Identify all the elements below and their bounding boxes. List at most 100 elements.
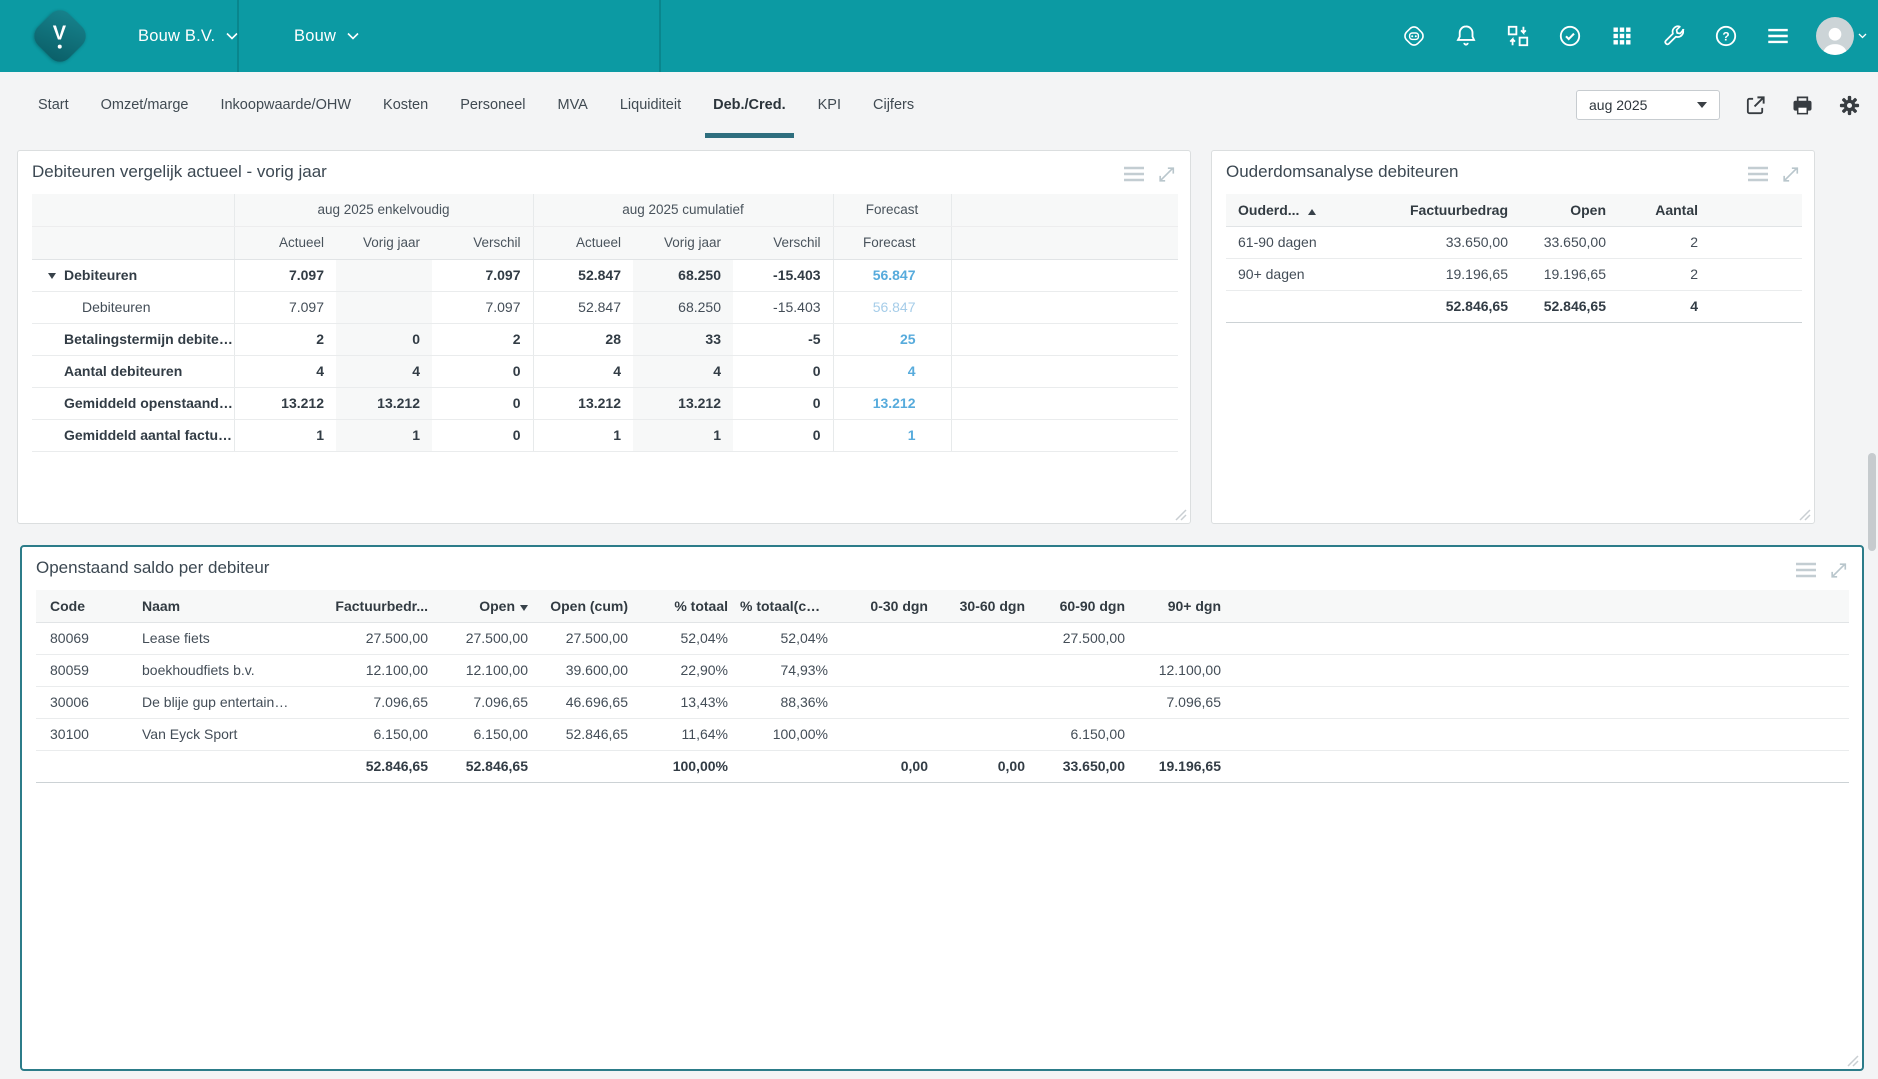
column-header[interactable]: Aantal xyxy=(1618,194,1710,226)
column-header[interactable]: % totaal(cum) xyxy=(740,590,840,622)
wrench-icon[interactable] xyxy=(1660,22,1688,50)
total-cell: 0,00 xyxy=(840,750,940,782)
comparison-row[interactable]: Debiteuren7.0977.09752.84768.250-15.4035… xyxy=(32,291,1178,323)
value-cell: 27.500,00 xyxy=(293,622,440,654)
assistant-icon[interactable] xyxy=(1400,22,1428,50)
tab-cijfers[interactable]: Cijfers xyxy=(857,72,930,138)
scrollbar-thumb[interactable] xyxy=(1868,453,1876,551)
column-header[interactable]: Actueel xyxy=(234,226,336,259)
filler-cell xyxy=(951,355,1178,387)
tab-mva[interactable]: MVA xyxy=(541,72,603,138)
panel-expand-icon[interactable] xyxy=(1157,165,1176,184)
column-header[interactable]: Vorig jaar xyxy=(336,226,432,259)
total-row: 52.846,6552.846,654 xyxy=(1226,290,1802,322)
comparison-row[interactable]: Aantal debiteuren4404404 xyxy=(32,355,1178,387)
resize-handle-icon[interactable] xyxy=(1175,508,1187,520)
settings-gear-icon[interactable] xyxy=(1837,93,1861,117)
debtor-row[interactable]: 30100Van Eyck Sport6.150,006.150,0052.84… xyxy=(36,718,1849,750)
total-cell: 0,00 xyxy=(940,750,1037,782)
comparison-row[interactable]: Betalingstermijn debiteu...2022833-525 xyxy=(32,323,1178,355)
column-header[interactable]: Code xyxy=(36,590,128,622)
value-cell: 12.100,00 xyxy=(1137,654,1233,686)
row-label: Aantal debiteuren xyxy=(32,355,234,387)
panel-options-icon[interactable] xyxy=(1123,165,1145,184)
resize-handle-icon[interactable] xyxy=(1847,1054,1859,1066)
value-cell: 4 xyxy=(533,355,633,387)
tab-liquiditeit[interactable]: Liquiditeit xyxy=(604,72,697,138)
value-cell: 13.212 xyxy=(336,387,432,419)
brand-logo-glyph: V xyxy=(53,24,66,49)
panel-expand-icon[interactable] xyxy=(1781,165,1800,184)
value-cell: 27.500,00 xyxy=(540,622,640,654)
import-export-icon[interactable] xyxy=(1504,22,1532,50)
column-header[interactable]: Vorig jaar xyxy=(633,226,733,259)
resize-handle-icon[interactable] xyxy=(1799,508,1811,520)
aging-row[interactable]: 61-90 dagen33.650,0033.650,002 xyxy=(1226,226,1802,258)
value-cell: 4 xyxy=(234,355,336,387)
filler-cell xyxy=(1233,750,1849,782)
apps-grid-icon[interactable] xyxy=(1608,22,1636,50)
export-icon[interactable] xyxy=(1743,93,1767,117)
tab-personeel[interactable]: Personeel xyxy=(444,72,541,138)
comparison-row[interactable]: Gemiddeld aantal facture...1101101 xyxy=(32,419,1178,451)
column-header[interactable]: Factuurbedrag xyxy=(1336,194,1520,226)
group-header: Forecast xyxy=(833,194,951,226)
panel-title: Openstaand saldo per debiteur xyxy=(36,558,269,578)
column-header-row: Ouderd... Factuurbedrag Open Aantal xyxy=(1226,194,1802,226)
brand-logo[interactable]: V xyxy=(29,5,91,67)
help-icon[interactable]: ? xyxy=(1712,22,1740,50)
tab-deb-cred-[interactable]: Deb./Cred. xyxy=(697,72,802,138)
value-cell: 0 xyxy=(432,419,533,451)
column-header[interactable]: Forecast xyxy=(833,226,951,259)
comparison-row[interactable]: Debiteuren7.0977.09752.84768.250-15.4035… xyxy=(32,259,1178,291)
user-menu[interactable] xyxy=(1816,17,1867,55)
tab-kosten[interactable]: Kosten xyxy=(367,72,444,138)
company-selector-label: Bouw B.V. xyxy=(138,27,215,46)
bell-icon[interactable] xyxy=(1452,22,1480,50)
debtor-code: 30100 xyxy=(36,718,128,750)
column-header[interactable]: Verschil xyxy=(733,226,833,259)
column-header[interactable]: 30-60 dgn xyxy=(940,590,1037,622)
print-icon[interactable] xyxy=(1790,93,1814,117)
value-cell: 13.212 xyxy=(833,387,951,419)
debtor-row[interactable]: 80069Lease fiets27.500,0027.500,0027.500… xyxy=(36,622,1849,654)
filler-cell xyxy=(1233,686,1849,718)
debtors-table: Code Naam Factuurbedr... Open Open (cum)… xyxy=(36,590,1849,783)
tab-start[interactable]: Start xyxy=(22,72,85,138)
company-selector[interactable]: Bouw B.V. xyxy=(138,0,238,72)
column-header[interactable]: 60-90 dgn xyxy=(1037,590,1137,622)
column-header[interactable]: Open xyxy=(1520,194,1618,226)
column-header[interactable]: % totaal xyxy=(640,590,740,622)
collapse-caret-icon[interactable] xyxy=(48,273,56,279)
aging-row[interactable]: 90+ dagen19.196,6519.196,652 xyxy=(1226,258,1802,290)
value-cell: 2 xyxy=(1618,226,1710,258)
column-header[interactable]: Actueel xyxy=(533,226,633,259)
column-header[interactable]: Factuurbedr... xyxy=(293,590,440,622)
sort-descending-icon xyxy=(520,605,528,611)
value-cell: 11,64% xyxy=(640,718,740,750)
debtor-row[interactable]: 30006De blije gup entertainment7.096,657… xyxy=(36,686,1849,718)
comparison-row[interactable]: Gemiddeld openstaand b...13.21213.212013… xyxy=(32,387,1178,419)
value-cell xyxy=(840,718,940,750)
panel-options-icon[interactable] xyxy=(1747,165,1769,184)
menu-icon[interactable] xyxy=(1764,22,1792,50)
value-cell: 2 xyxy=(432,323,533,355)
column-header[interactable]: Open (cum) xyxy=(540,590,640,622)
value-cell: 6.150,00 xyxy=(1037,718,1137,750)
tab-omzet-marge[interactable]: Omzet/marge xyxy=(85,72,205,138)
column-header-sorted[interactable]: Ouderd... xyxy=(1226,194,1336,226)
debtor-row[interactable]: 80059boekhoudfiets b.v.12.100,0012.100,0… xyxy=(36,654,1849,686)
total-cell: 33.650,00 xyxy=(1037,750,1137,782)
check-circle-icon[interactable] xyxy=(1556,22,1584,50)
column-header[interactable]: Verschil xyxy=(432,226,533,259)
column-header[interactable]: Naam xyxy=(128,590,293,622)
period-selector[interactable]: aug 2025 xyxy=(1576,90,1720,120)
column-header[interactable]: 90+ dgn xyxy=(1137,590,1233,622)
dashboard-selector[interactable]: Bouw xyxy=(294,0,359,72)
panel-options-icon[interactable] xyxy=(1795,561,1817,580)
tab-kpi[interactable]: KPI xyxy=(802,72,857,138)
column-header[interactable]: 0-30 dgn xyxy=(840,590,940,622)
panel-expand-icon[interactable] xyxy=(1829,561,1848,580)
tab-inkoopwaarde-ohw[interactable]: Inkoopwaarde/OHW xyxy=(204,72,367,138)
column-header-sorted[interactable]: Open xyxy=(440,590,540,622)
